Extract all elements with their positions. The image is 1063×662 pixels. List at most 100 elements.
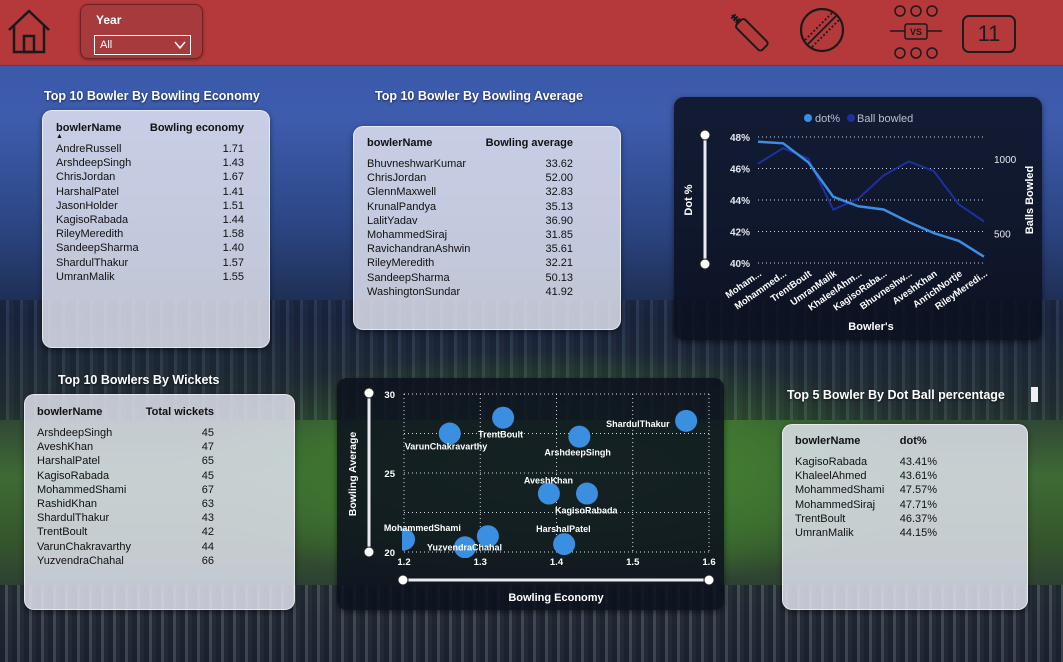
value-cell: 1.57 (222, 256, 244, 269)
col-header-bowler[interactable]: bowlerName (367, 137, 479, 157)
bowler-name-cell: MohammedShami (37, 483, 127, 496)
bowler-name-cell: MohammedSiraj (795, 498, 876, 511)
table-row[interactable]: BhuvneshwarKumar 33.62 (367, 157, 573, 171)
scatter-point[interactable] (675, 409, 698, 432)
table-row[interactable]: AveshKhan 47 (37, 440, 214, 454)
range-slider-handle-top[interactable] (363, 387, 375, 399)
range-slider-handle-right[interactable] (703, 574, 715, 586)
scatter-point[interactable] (537, 482, 560, 505)
value-cell: 32.83 (545, 186, 573, 199)
wickets-table-card: bowlerName Total wickets ArshdeepSingh 45… (24, 394, 295, 610)
table-row[interactable]: RashidKhan 63 (37, 497, 214, 511)
table-row[interactable]: ArshdeepSingh 45 (37, 426, 214, 440)
sort-ascending-icon[interactable]: ▲ (56, 133, 63, 140)
table-row[interactable]: MohammedShami 67 (37, 483, 214, 497)
table-row[interactable]: TrentBoult 46.37% (795, 512, 940, 526)
table-row[interactable]: LalitYadav 36.90 (367, 214, 573, 228)
table-row[interactable]: HarshalPatel 1.41 (56, 185, 244, 199)
range-slider-handle-bottom[interactable] (699, 258, 711, 270)
table-row[interactable]: RileyMeredith 1.58 (56, 227, 244, 241)
table-row[interactable]: UmranMalik 44.15% (795, 526, 940, 540)
col-header-dot-pct[interactable]: dot% (890, 435, 940, 455)
bowler-name-cell: RashidKhan (37, 498, 97, 511)
bowler-name-cell: HarshalPatel (56, 185, 119, 198)
bowler-name-cell: UmranMalik (56, 270, 115, 283)
scatter-point[interactable] (568, 425, 591, 448)
cricket-ball-icon[interactable] (798, 6, 846, 54)
table-row[interactable]: KrunalPandya 35.13 (367, 200, 573, 214)
value-cell: 33.62 (545, 158, 573, 170)
col-header-average[interactable]: Bowling average (479, 137, 573, 157)
table-row[interactable]: AndreRussell 1.71 (56, 142, 244, 156)
bowler-name-cell: RileyMeredith (56, 228, 124, 241)
cricket-bat-icon[interactable] (722, 6, 776, 58)
value-cell: 1.41 (222, 185, 244, 198)
table-row[interactable]: ArshdeepSingh 1.43 (56, 156, 244, 170)
value-cell: 47.71% (899, 498, 938, 511)
x-tick-label: 1.2 (397, 557, 410, 568)
bowler-name-cell: ShardulThakur (56, 256, 129, 269)
scatter-point[interactable] (576, 482, 598, 505)
table-row[interactable]: SandeepSharma 1.40 (56, 241, 244, 255)
value-cell: 43.41% (899, 456, 938, 468)
value-cell: 1.58 (222, 228, 244, 241)
range-slider-handle-top[interactable] (699, 129, 711, 141)
table-row[interactable]: ChrisJordan 52.00 (367, 171, 573, 185)
scatter-point[interactable] (492, 406, 515, 429)
range-slider-handle-bottom[interactable] (363, 546, 375, 558)
data-label: MohammedShami (384, 523, 461, 533)
bowler-name-cell: KagisoRabada (795, 456, 868, 468)
bowler-name-cell: TrentBoult (795, 512, 846, 525)
table-row[interactable]: ShardulThakur 1.57 (56, 256, 244, 270)
col-header-bowler[interactable]: bowlerName (56, 122, 144, 142)
table-row[interactable]: MohammedShami 47.57% (795, 483, 940, 497)
home-icon[interactable] (5, 6, 53, 54)
value-cell: 31.85 (545, 229, 573, 242)
table-row[interactable]: WashingtonSundar 41.92 (367, 285, 573, 299)
table-row[interactable]: SandeepSharma 50.13 (367, 271, 573, 285)
table-row[interactable]: YuzvendraChahal 66 (37, 554, 214, 568)
col-header-economy[interactable]: Bowling economy (144, 122, 244, 142)
table-row[interactable]: RileyMeredith 32.21 (367, 256, 573, 270)
table-row[interactable]: GlennMaxwell 32.83 (367, 185, 573, 199)
panel-focus-handle[interactable] (1031, 387, 1038, 402)
x-axis-title: Bowler's (848, 321, 893, 333)
year-dropdown[interactable]: All (94, 35, 191, 55)
col-header-wickets[interactable]: Total wickets (140, 406, 214, 426)
col-header-bowler[interactable]: bowlerName (795, 435, 890, 455)
average-title: Top 10 Bowler By Bowling Average (375, 89, 583, 103)
year-slicer: Year All (80, 4, 203, 59)
table-row[interactable]: KagisoRabada 45 (37, 469, 214, 483)
year-value: All (100, 39, 113, 51)
legend-label-dot-pct: dot% (815, 113, 840, 125)
table-row[interactable]: KagisoRabada 43.41% (795, 455, 940, 469)
table-row[interactable]: KagisoRabada 1.44 (56, 213, 244, 227)
year-label: Year (96, 13, 122, 27)
table-row[interactable]: JasonHolder 1.51 (56, 199, 244, 213)
value-cell: 42 (201, 526, 214, 539)
col-header-bowler[interactable]: bowlerName (37, 406, 140, 426)
data-label: ArshdeepSingh (544, 448, 611, 458)
y2-tick-label: 500 (994, 229, 1011, 240)
team-versus-icon[interactable]: VS (888, 4, 944, 60)
table-row[interactable]: MohammedSiraj 31.85 (367, 228, 573, 242)
bowler-name-cell: RavichandranAshwin (367, 243, 471, 256)
y-axis-title: Bowling Average (347, 432, 359, 517)
playing-eleven-button[interactable]: 11 (962, 15, 1016, 53)
bowler-name-cell: KrunalPandya (367, 200, 437, 213)
table-row[interactable]: ChrisJordan 1.67 (56, 170, 244, 184)
range-slider-handle-left[interactable] (397, 574, 409, 586)
value-cell: 1.55 (222, 270, 244, 283)
data-label: YuzvendraChahal (427, 542, 502, 552)
table-row[interactable]: MohammedSiraj 47.71% (795, 498, 940, 512)
table-row[interactable]: RavichandranAshwin 35.61 (367, 242, 573, 256)
table-row[interactable]: ShardulThakur 43 (37, 511, 214, 525)
table-row[interactable]: KhaleelAhmed 43.61% (795, 469, 940, 483)
table-row[interactable]: VarunChakravarthy 44 (37, 540, 214, 554)
table-row[interactable]: UmranMalik 1.55 (56, 270, 244, 284)
table-row[interactable]: TrentBoult 42 (37, 525, 214, 539)
economy-table: bowlerName Bowling economy AndreRussell 1… (56, 122, 244, 284)
bowler-name-cell: TrentBoult (37, 526, 88, 539)
table-row[interactable]: HarshalPatel 65 (37, 454, 214, 468)
scatter-point[interactable] (553, 533, 576, 556)
